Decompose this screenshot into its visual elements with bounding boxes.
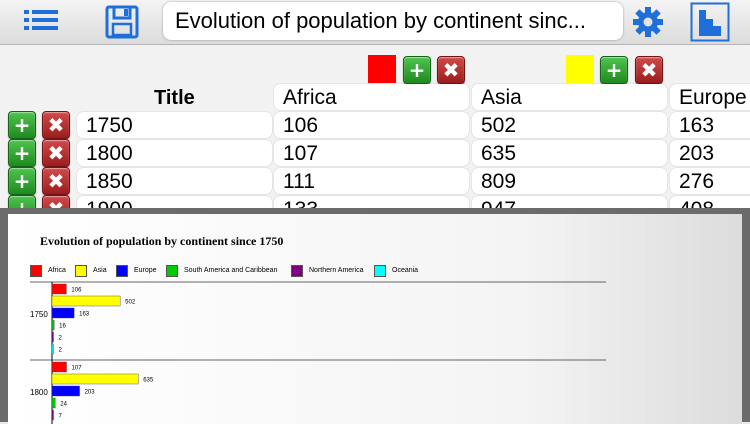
data-label: 203 [85,390,96,396]
bar [51,409,54,421]
save-button[interactable] [100,0,144,44]
data-label: 2 [59,348,63,354]
bar [51,397,56,409]
category-tick-label: 1800 [30,388,48,397]
data-label: 24 [60,402,67,408]
add-row-button[interactable]: + [8,139,36,167]
add-row-button[interactable]: + [8,195,36,208]
bar-chart-icon [690,2,730,42]
value-cell[interactable]: 809 [472,168,667,194]
bar [51,361,67,373]
cross-icon: ✖ [442,58,460,82]
bar [51,385,80,397]
plus-icon: + [408,58,426,82]
plus-icon: + [13,113,31,137]
value-cell[interactable]: 947 [472,196,667,208]
bar [51,343,54,355]
top-toolbar: Evolution of population by continent sin… [0,0,750,45]
cross-icon: ✖ [47,113,65,137]
plus-icon: + [605,58,623,82]
column-header-asia[interactable]: Asia [472,84,667,110]
plus-icon: + [14,199,31,208]
column-header-europe[interactable]: Europe [670,84,750,110]
row-label-cell[interactable]: 1850 [77,168,272,194]
list-icon [24,10,58,30]
bar [51,283,67,295]
data-label: 2 [59,336,63,342]
menu-button[interactable] [20,0,64,44]
value-cell[interactable]: 106 [274,112,469,138]
data-label: 163 [79,312,90,318]
value-cell[interactable]: 133 [274,196,469,208]
bar [51,319,55,331]
value-cell[interactable]: 635 [472,140,667,166]
value-cell[interactable]: 107 [274,140,469,166]
delete-column-button[interactable]: ✖ [635,56,663,84]
value-cell[interactable]: 111 [274,168,469,194]
bar [51,373,139,385]
cross-icon: ✖ [47,141,65,165]
title-column-header: Title [154,87,195,109]
chart-preview[interactable]: Evolution of population by continent sin… [8,214,742,424]
data-table: + ✖ + ✖ Title Africa Asia Europe + ✖ 175… [0,45,750,208]
row-label-cell[interactable]: 1900 [77,196,272,208]
delete-row-button[interactable]: ✖ [42,195,70,208]
bar [51,307,75,319]
data-label: 502 [125,300,136,306]
plus-icon: + [13,169,31,193]
add-column-button[interactable]: + [600,56,628,84]
color-swatch-asia[interactable] [566,55,594,83]
category-tick-label: 1750 [30,310,48,319]
chart-view-button[interactable] [688,0,732,44]
row-label-cell[interactable]: 1750 [77,112,272,138]
bar [51,295,121,307]
floppy-disk-icon [105,5,139,39]
value-cell[interactable]: 163 [670,112,750,138]
data-label: 7 [59,414,63,420]
column-header-africa[interactable]: Africa [274,84,469,110]
delete-row-button[interactable]: ✖ [42,139,70,167]
data-label: 635 [143,378,154,384]
document-title-field[interactable]: Evolution of population by continent sin… [163,2,623,40]
cross-icon: ✖ [47,169,65,193]
data-label: 16 [59,324,66,330]
delete-row-button[interactable]: ✖ [42,167,70,195]
add-row-button[interactable]: + [8,111,36,139]
color-swatch-africa[interactable] [368,55,396,83]
bar [51,331,54,343]
row-label-cell[interactable]: 1800 [77,140,272,166]
value-cell[interactable]: 408 [670,196,750,208]
settings-button[interactable] [628,0,668,44]
delete-column-button[interactable]: ✖ [437,56,465,84]
add-column-button[interactable]: + [403,56,431,84]
cross-icon: ✖ [640,58,658,82]
chart-frame: Evolution of population by continent sin… [0,208,750,424]
data-label: 106 [71,288,82,294]
add-row-button[interactable]: + [8,167,36,195]
chart-plot: 1750 106 502 163 16 2 2 1800 107 635 203 24 7 [30,281,606,424]
cross-icon: ✖ [48,199,65,208]
value-cell[interactable]: 502 [472,112,667,138]
plus-icon: + [13,141,31,165]
value-cell[interactable]: 276 [670,168,750,194]
delete-row-button[interactable]: ✖ [42,111,70,139]
value-cell[interactable]: 203 [670,140,750,166]
data-label: 107 [72,366,83,372]
gear-icon [633,7,663,37]
